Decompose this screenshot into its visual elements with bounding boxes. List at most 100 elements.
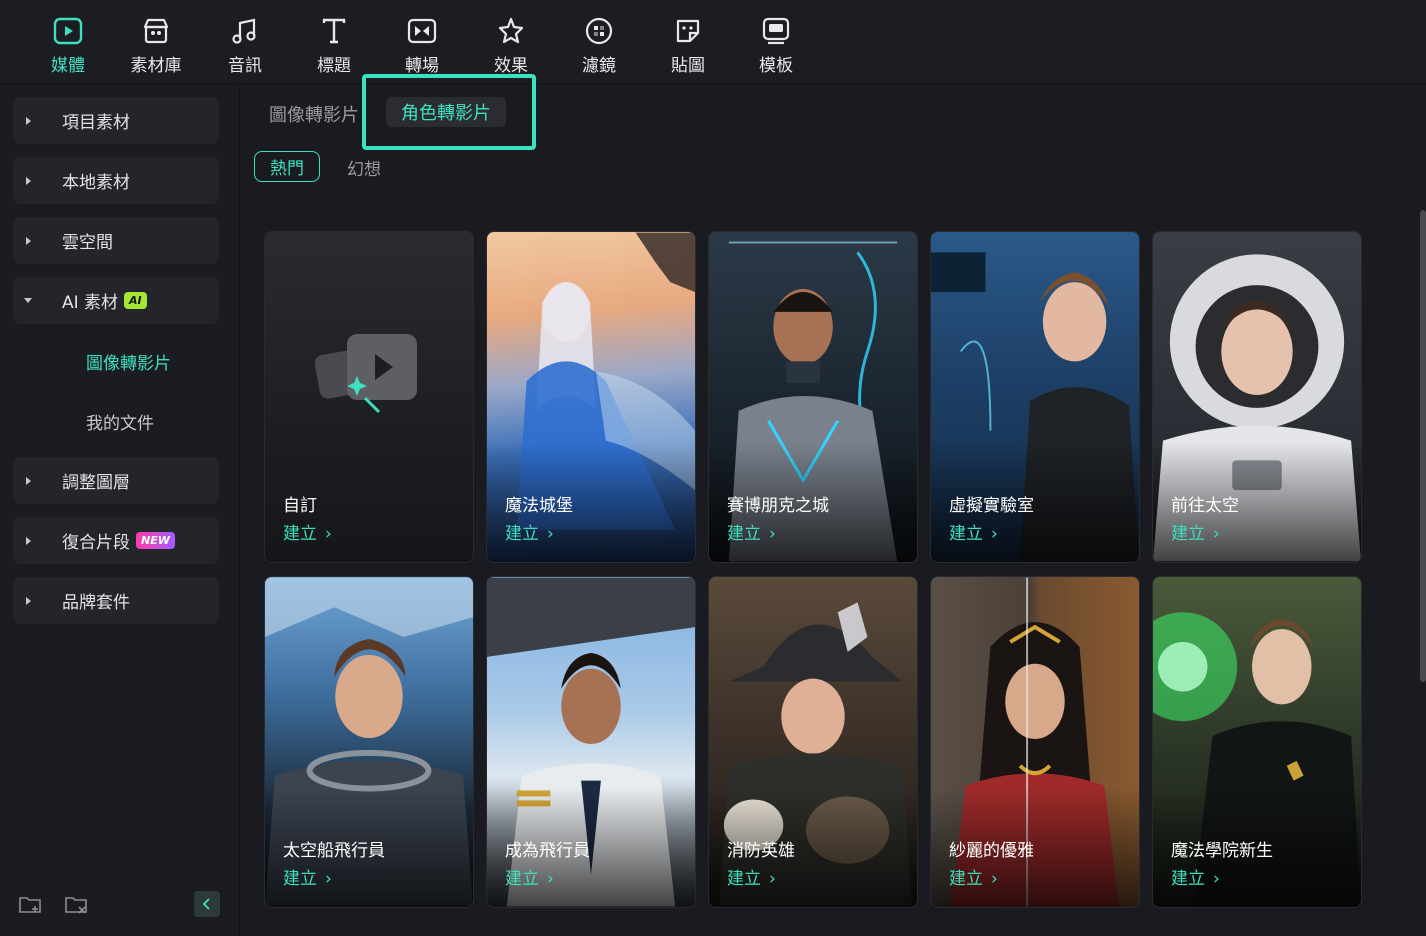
card-title: 虛擬實驗室 xyxy=(949,496,1034,516)
sticker-icon xyxy=(671,14,705,48)
create-link[interactable]: 建立 › xyxy=(283,519,332,544)
card-title: 太空船飛行員 xyxy=(283,841,385,861)
caret-down-icon xyxy=(24,298,32,303)
toolbar-transition-button[interactable]: 轉場 xyxy=(382,14,462,80)
template-card-spaceship-pilot[interactable]: 太空船飛行員 建立 › xyxy=(264,576,474,908)
template-card-fire-hero[interactable]: 消防英雄 建立 › xyxy=(708,576,918,908)
chevron-right-icon: › xyxy=(547,524,554,544)
sidebar-item-compound-clip[interactable]: 復合片段 NEW xyxy=(13,517,219,564)
chevron-right-icon: › xyxy=(769,869,776,889)
template-card-cyberpunk-city[interactable]: 賽博朋克之城 建立 › xyxy=(708,231,918,563)
create-link[interactable]: 建立 › xyxy=(727,864,776,889)
template-card-magic-castle[interactable]: 魔法城堡 建立 › xyxy=(486,231,696,563)
sidebar-item-label: 雲空間 xyxy=(62,233,113,253)
toolbar-label: 素材庫 xyxy=(130,56,182,76)
transition-icon xyxy=(405,14,439,48)
template-card-become-pilot[interactable]: 成為飛行員 建立 › xyxy=(486,576,696,908)
ai-badge: AI xyxy=(124,292,147,309)
create-link[interactable]: 建立 › xyxy=(949,864,998,889)
card-title: 紗麗的優雅 xyxy=(949,841,1034,861)
collapse-sidebar-button[interactable] xyxy=(194,891,220,917)
toolbar-title-button[interactable]: 標題 xyxy=(294,14,374,80)
music-note-icon xyxy=(228,14,262,48)
caret-right-icon xyxy=(26,476,31,485)
chevron-right-icon: › xyxy=(547,869,554,889)
sidebar-item-local-media[interactable]: 本地素材 xyxy=(13,157,219,204)
sidebar-item-ai-media[interactable]: AI 素材 AI xyxy=(13,277,219,324)
sidebar-subitem-image-to-video[interactable]: 圖像轉影片 xyxy=(86,349,171,374)
chip-fantasy[interactable]: 幻想 xyxy=(347,155,381,180)
caret-right-icon xyxy=(26,176,31,185)
main-panel: 圖像轉影片 角色轉影片 熱門 幻想 自訂 建立 › 魔法城堡 建立 › 賽博朋克… xyxy=(241,74,1426,936)
template-card-magic-academy-freshman[interactable]: 魔法學院新生 建立 › xyxy=(1152,576,1362,908)
chevron-right-icon: › xyxy=(991,869,998,889)
template-card-to-space[interactable]: 前往太空 建立 › xyxy=(1152,231,1362,563)
create-link[interactable]: 建立 › xyxy=(727,519,776,544)
sidebar-item-project-media[interactable]: 項目素材 xyxy=(13,97,219,144)
caret-right-icon xyxy=(26,596,31,605)
template-card-virtual-lab[interactable]: 虛擬實驗室 建立 › xyxy=(930,231,1140,563)
toolbar-label: 貼圖 xyxy=(671,56,705,76)
sidebar-item-label: 本地素材 xyxy=(62,173,130,193)
toolbar-label: 轉場 xyxy=(405,56,439,76)
sidebar-item-label: AI 素材 xyxy=(62,293,119,313)
toolbar-media-button[interactable]: 媒體 xyxy=(28,14,108,80)
toolbar-template-button[interactable]: 模板 xyxy=(736,14,816,80)
chevron-right-icon: › xyxy=(1213,524,1220,544)
toolbar-label: 音訊 xyxy=(228,56,262,76)
card-title: 前往太空 xyxy=(1171,496,1239,516)
card-title: 魔法城堡 xyxy=(505,496,573,516)
toolbar-effects-button[interactable]: 效果 xyxy=(471,14,551,80)
card-title: 魔法學院新生 xyxy=(1171,841,1273,861)
toolbar-audio-button[interactable]: 音訊 xyxy=(205,14,285,80)
top-toolbar: 媒體 素材庫 音訊 標題 轉場 效果 濾鏡 貼圖 模板 xyxy=(0,0,1426,84)
caret-right-icon xyxy=(26,116,31,125)
chevron-right-icon: › xyxy=(325,524,332,544)
app-window: 媒體 素材庫 音訊 標題 轉場 效果 濾鏡 貼圖 模板 項目素材 本地素材 雲空… xyxy=(0,0,1426,936)
chevron-right-icon: › xyxy=(1213,869,1220,889)
create-link[interactable]: 建立 › xyxy=(505,864,554,889)
effects-icon xyxy=(494,14,528,48)
sidebar: 項目素材 本地素材 雲空間 AI 素材 AI 圖像轉影片 我的文件 調整圖層 復… xyxy=(0,85,240,936)
card-title: 成為飛行員 xyxy=(505,841,590,861)
toolbar-label: 媒體 xyxy=(51,56,85,76)
template-card-custom[interactable]: 自訂 建立 › xyxy=(264,231,474,563)
create-link[interactable]: 建立 › xyxy=(505,519,554,544)
sidebar-item-brand-kit[interactable]: 品牌套件 xyxy=(13,577,219,624)
card-title: 賽博朋克之城 xyxy=(727,496,829,516)
image-to-video-icon xyxy=(314,334,417,414)
create-link[interactable]: 建立 › xyxy=(283,864,332,889)
create-link[interactable]: 建立 › xyxy=(1171,519,1220,544)
sidebar-item-label: 調整圖層 xyxy=(62,473,130,493)
card-title: 自訂 xyxy=(283,496,317,516)
toolbar-filter-button[interactable]: 濾鏡 xyxy=(559,14,639,80)
chevron-left-icon xyxy=(202,898,210,910)
title-t-icon xyxy=(317,14,351,48)
caret-right-icon xyxy=(26,536,31,545)
toolbar-label: 標題 xyxy=(317,56,351,76)
sidebar-item-label: 項目素材 xyxy=(62,113,130,133)
create-link[interactable]: 建立 › xyxy=(1171,864,1220,889)
toolbar-stock-button[interactable]: 素材庫 xyxy=(116,14,196,80)
sidebar-item-label: 復合片段 xyxy=(62,533,130,553)
new-badge: NEW xyxy=(136,532,175,549)
delete-folder-icon[interactable] xyxy=(64,893,90,917)
chevron-right-icon: › xyxy=(991,524,998,544)
new-folder-icon[interactable] xyxy=(18,893,44,917)
caret-right-icon xyxy=(26,236,31,245)
sidebar-subitem-my-files[interactable]: 我的文件 xyxy=(86,409,154,434)
chevron-right-icon: › xyxy=(325,869,332,889)
create-link[interactable]: 建立 › xyxy=(949,519,998,544)
scrollbar[interactable] xyxy=(1420,210,1426,682)
chip-popular[interactable]: 熱門 xyxy=(254,151,320,182)
sidebar-item-label: 品牌套件 xyxy=(62,593,130,613)
tab-image-to-video[interactable]: 圖像轉影片 xyxy=(269,101,359,127)
tab-character-to-video[interactable]: 角色轉影片 xyxy=(386,97,506,127)
toolbar-sticker-button[interactable]: 貼圖 xyxy=(648,14,728,80)
template-card-saree-elegance[interactable]: 紗麗的優雅 建立 › xyxy=(930,576,1140,908)
toolbar-label: 模板 xyxy=(759,56,793,76)
toolbar-label: 濾鏡 xyxy=(582,56,616,76)
filter-icon xyxy=(582,14,616,48)
sidebar-item-adjustment-layer[interactable]: 調整圖層 xyxy=(13,457,219,504)
sidebar-item-cloud[interactable]: 雲空間 xyxy=(13,217,219,264)
